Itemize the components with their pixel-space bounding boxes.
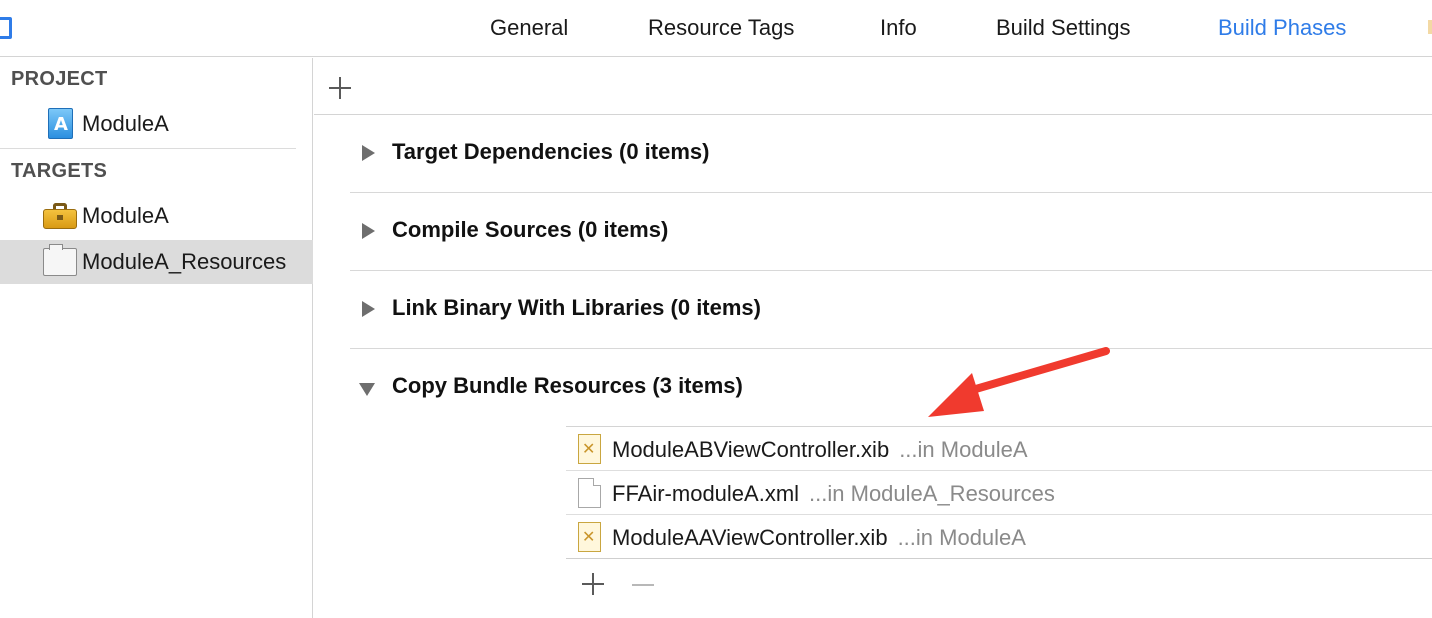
- phase-title: Copy Bundle Resources (3 items): [392, 373, 743, 398]
- toolbox-icon: [43, 203, 77, 229]
- phase-compile-sources[interactable]: Compile Sources (0 items): [350, 193, 1432, 271]
- sidebar-item-label: ModuleA_Resources: [82, 249, 287, 274]
- resource-file: ModuleAAViewController.xib ...in ModuleA: [612, 525, 1026, 551]
- resource-file-name: ModuleAAViewController.xib: [612, 525, 888, 550]
- project-section-header: PROJECT: [11, 68, 108, 90]
- tab-build-phases[interactable]: Build Phases: [1218, 14, 1346, 42]
- sidebar-divider: [0, 148, 296, 149]
- xcodeproj-icon: [48, 108, 73, 139]
- resource-file-name: FFAir-moduleA.xml: [612, 481, 800, 506]
- navigator-toggle-icon[interactable]: [0, 17, 12, 39]
- add-build-phase-plus-icon[interactable]: [329, 77, 351, 99]
- resource-file: FFAir-moduleA.xml ...in ModuleA_Resources: [612, 481, 1055, 507]
- add-resource-plus-icon[interactable]: [582, 573, 604, 595]
- remove-resource-minus-icon[interactable]: [632, 584, 654, 586]
- resource-file-location: ...in ModuleA: [899, 437, 1028, 462]
- editor-tab-bar: General Resource Tags Info Build Setting…: [0, 0, 1432, 57]
- project-target-sidebar: PROJECT ModuleA TARGETS ModuleA ModuleA_…: [0, 58, 313, 618]
- tab-overflow-indicator: [1428, 20, 1432, 34]
- build-phases-editor: Target Dependencies (0 items) Compile So…: [314, 58, 1432, 618]
- table-row[interactable]: ModuleAAViewController.xib ...in ModuleA: [566, 515, 1432, 559]
- phase-link-binary-with-libraries[interactable]: Link Binary With Libraries (0 items): [350, 271, 1432, 349]
- disclosure-triangle-icon[interactable]: [362, 223, 375, 239]
- disclosure-triangle-icon[interactable]: [362, 145, 375, 161]
- disclosure-triangle-icon[interactable]: [362, 301, 375, 317]
- sidebar-item-project-modulea[interactable]: ModuleA: [0, 102, 313, 146]
- phase-target-dependencies[interactable]: Target Dependencies (0 items): [350, 115, 1432, 193]
- phase-title: Compile Sources (0 items): [392, 217, 669, 242]
- sidebar-item-label: ModuleA: [82, 111, 169, 136]
- annotation-arrow: [928, 347, 1110, 417]
- table-row[interactable]: FFAir-moduleA.xml ...in ModuleA_Resources: [566, 471, 1432, 515]
- resource-file-name: ModuleABViewController.xib: [612, 437, 890, 462]
- phase-title: Target Dependencies (0 items): [392, 139, 710, 164]
- sidebar-item-label: ModuleA: [82, 203, 169, 228]
- copy-bundle-resources-table: ModuleABViewController.xib...in ModuleA …: [566, 426, 1432, 559]
- tab-build-settings[interactable]: Build Settings: [996, 14, 1131, 42]
- phase-title: Link Binary With Libraries (0 items): [392, 295, 761, 320]
- tab-resource-tags[interactable]: Resource Tags: [648, 14, 794, 42]
- sidebar-item-target-modulea-resources[interactable]: ModuleA_Resources: [0, 240, 313, 284]
- phase-copy-bundle-resources[interactable]: Copy Bundle Resources (3 items): [350, 349, 1432, 427]
- xib-file-icon: [578, 434, 601, 464]
- bundle-icon: [43, 244, 77, 276]
- xml-file-icon: [578, 478, 601, 508]
- resource-file-location: ...in ModuleA: [897, 525, 1026, 550]
- resource-file: ModuleABViewController.xib ...in ModuleA: [612, 437, 1028, 463]
- sidebar-item-target-modulea[interactable]: ModuleA: [0, 194, 313, 238]
- resource-file-location: ...in ModuleA_Resources: [809, 481, 1055, 506]
- targets-section-header: TARGETS: [11, 160, 108, 182]
- tab-general[interactable]: General: [490, 14, 568, 42]
- tab-info[interactable]: Info: [880, 14, 917, 42]
- disclosure-triangle-expanded-icon[interactable]: [359, 383, 375, 396]
- xib-file-icon: [578, 522, 601, 552]
- build-phases-toolbar: [314, 58, 1432, 115]
